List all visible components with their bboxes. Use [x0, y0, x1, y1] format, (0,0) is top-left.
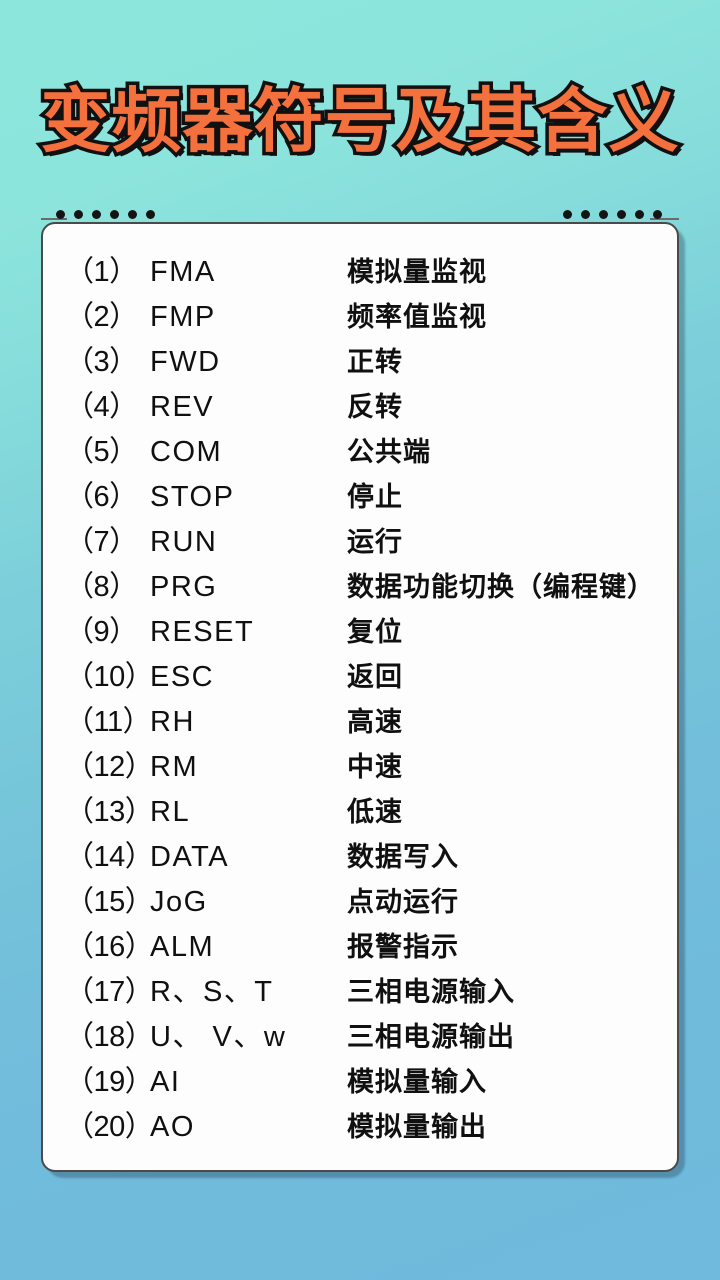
list-item-index: （12）	[65, 751, 154, 783]
list-item-symbol: COM	[150, 436, 223, 468]
list-item-index: （1）	[65, 256, 138, 288]
list-item-symbol: ALM	[150, 931, 215, 963]
list-item-symbol: REV	[150, 391, 215, 423]
list-item-meaning: 运行	[347, 527, 403, 558]
list-item-meaning: 返回	[347, 662, 403, 693]
dot-icon	[563, 210, 572, 219]
symbol-list: （1） FMA 模拟量监视 （2） FMP 频率值监视 （3） FWD 正转 （4） REV 反转 （5…	[43, 250, 677, 1150]
list-item-meaning: 正转	[347, 347, 403, 378]
dot-icon	[581, 210, 590, 219]
dot-icon	[599, 210, 608, 219]
list-item-meaning: 三相电源输出	[347, 1022, 515, 1053]
list-item-index: （13）	[65, 796, 154, 828]
list-item-index: （17）	[65, 976, 154, 1008]
dot-icon	[653, 210, 662, 219]
content-card: （1） FMA 模拟量监视 （2） FMP 频率值监视 （3） FWD 正转 （4） REV 反转 （5…	[41, 222, 679, 1172]
list-item-symbol: RL	[150, 796, 191, 828]
list-item: （3） FWD 正转	[43, 340, 677, 385]
list-item-symbol: FMP	[150, 301, 216, 333]
list-item-meaning: 公共端	[347, 437, 431, 468]
dot-icon	[56, 210, 65, 219]
list-item: （13） RL 低速	[43, 790, 677, 835]
list-item: （7） RUN 运行	[43, 520, 677, 565]
list-item-symbol: R、S、T	[150, 976, 274, 1008]
list-item-symbol: STOP	[150, 481, 235, 513]
dot-icon	[74, 210, 83, 219]
list-item: （16） ALM 报警指示	[43, 925, 677, 970]
list-item: （9） RESET 复位	[43, 610, 677, 655]
list-item: （15） JoG 点动运行	[43, 880, 677, 925]
list-item-index: （7）	[65, 526, 138, 558]
list-item-symbol: RUN	[150, 526, 218, 558]
list-item-meaning: 复位	[347, 617, 403, 648]
corner-dots-left	[56, 210, 155, 219]
list-item-index: （9）	[65, 616, 138, 648]
dot-icon	[110, 210, 119, 219]
list-item: （11） RH 高速	[43, 700, 677, 745]
list-item-meaning: 频率值监视	[347, 302, 487, 333]
list-item-meaning: 低速	[347, 797, 403, 828]
list-item-index: （16）	[65, 931, 154, 963]
list-item-meaning: 中速	[347, 752, 403, 783]
list-item-symbol: U、 V、w	[150, 1021, 287, 1053]
corner-dots-right	[563, 210, 662, 219]
list-item-symbol: FMA	[150, 256, 216, 288]
dot-icon	[146, 210, 155, 219]
list-item-index: （8）	[65, 571, 138, 603]
list-item-symbol: FWD	[150, 346, 221, 378]
list-item: （10） ESC 返回	[43, 655, 677, 700]
list-item-meaning: 数据功能切换（编程键）	[347, 572, 655, 603]
list-item-symbol: PRG	[150, 571, 218, 603]
list-item-index: （20）	[65, 1111, 154, 1143]
page-title: 变频器符号及其含义	[37, 80, 682, 162]
list-item-index: （4）	[65, 391, 138, 423]
list-item-symbol: ESC	[150, 661, 215, 693]
dot-icon	[92, 210, 101, 219]
list-item-meaning: 模拟量输入	[347, 1067, 487, 1098]
list-item-index: （14）	[65, 841, 154, 873]
list-item: （12） RM 中速	[43, 745, 677, 790]
list-item-meaning: 三相电源输入	[347, 977, 515, 1008]
list-item-index: （19）	[65, 1066, 154, 1098]
dot-icon	[635, 210, 644, 219]
list-item: （1） FMA 模拟量监视	[43, 250, 677, 295]
list-item-index: （3）	[65, 346, 138, 378]
list-item-meaning: 点动运行	[347, 887, 459, 918]
dot-icon	[617, 210, 626, 219]
list-item: （5） COM 公共端	[43, 430, 677, 475]
list-item-symbol: DATA	[150, 841, 230, 873]
list-item-index: （6）	[65, 481, 138, 513]
list-item-symbol: RH	[150, 706, 195, 738]
list-item: （20） AO 模拟量输出	[43, 1105, 677, 1150]
list-item-meaning: 高速	[347, 707, 403, 738]
list-item-symbol: AO	[150, 1111, 195, 1143]
list-item-symbol: AI	[150, 1066, 181, 1098]
list-item-index: （15）	[65, 886, 154, 918]
list-item-meaning: 报警指示	[347, 932, 459, 963]
list-item-index: （11）	[65, 706, 152, 738]
list-item-symbol: RM	[150, 751, 199, 783]
list-item-meaning: 停止	[347, 482, 403, 513]
list-item: （2） FMP 频率值监视	[43, 295, 677, 340]
list-item-index: （2）	[65, 301, 138, 333]
dot-icon	[128, 210, 137, 219]
list-item-meaning: 模拟量监视	[347, 257, 487, 288]
list-item-index: （5）	[65, 436, 138, 468]
list-item: （6） STOP 停止	[43, 475, 677, 520]
list-item-meaning: 反转	[347, 392, 403, 423]
list-item-meaning: 数据写入	[347, 842, 459, 873]
list-item-meaning: 模拟量输出	[347, 1112, 487, 1143]
list-item: （14） DATA 数据写入	[43, 835, 677, 880]
list-item-index: （18）	[65, 1021, 154, 1053]
list-item-symbol: RESET	[150, 616, 255, 648]
list-item: （4） REV 反转	[43, 385, 677, 430]
list-item: （18） U、 V、w 三相电源输出	[43, 1015, 677, 1060]
page-root: 变频器符号及其含义 （1） FMA 模拟量监视 （2） FMP 频率值监视 （3） FWD 正转…	[0, 0, 720, 1280]
list-item: （8） PRG 数据功能切换（编程键）	[43, 565, 677, 610]
list-item-symbol: JoG	[150, 886, 208, 918]
list-item: （17） R、S、T 三相电源输入	[43, 970, 677, 1015]
page-title-container: 变频器符号及其含义	[0, 80, 720, 162]
list-item: （19） AI 模拟量输入	[43, 1060, 677, 1105]
list-item-index: （10）	[65, 661, 154, 693]
